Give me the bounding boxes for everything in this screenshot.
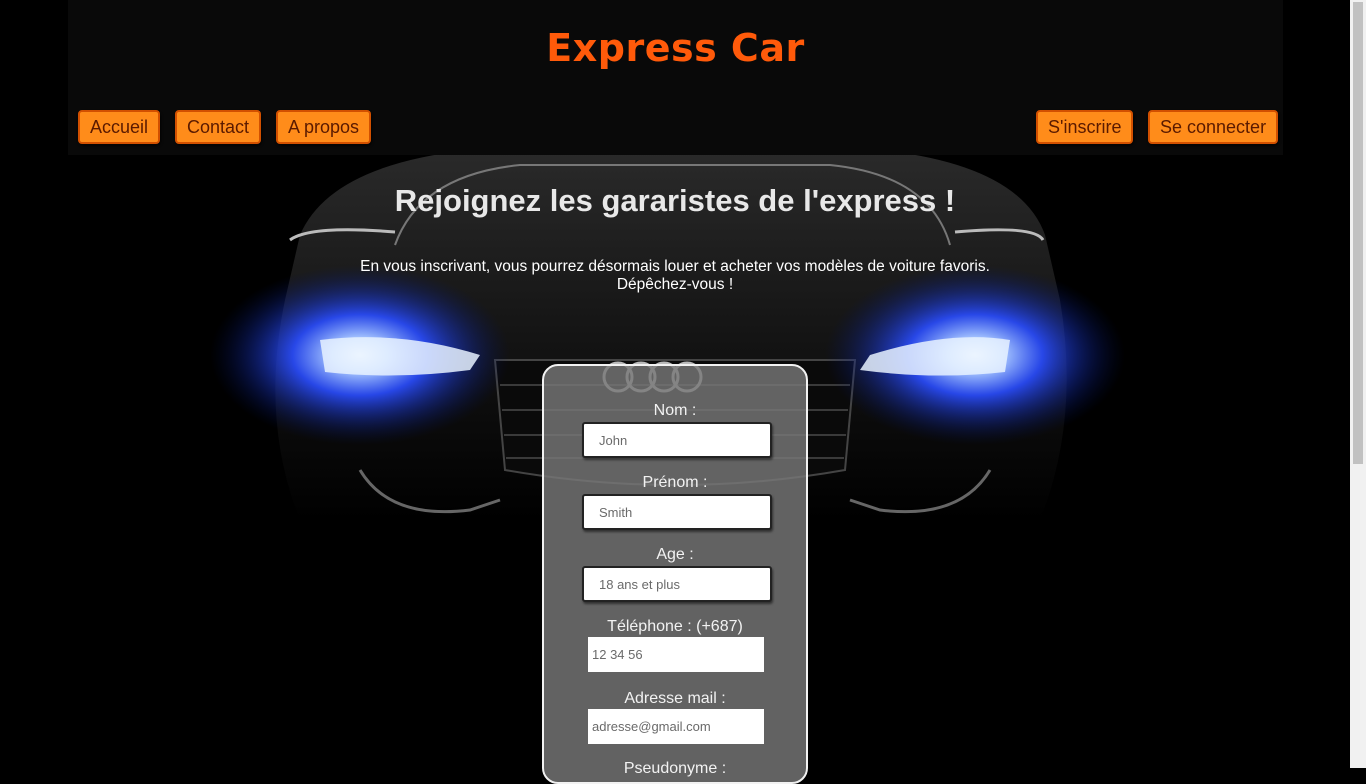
intro-text: En vous inscrivant, vous pourrez désorma… (0, 258, 1350, 294)
page-heading: Rejoignez les gararistes de l'express ! (394, 183, 956, 218)
email-input[interactable] (588, 709, 764, 744)
phone-input[interactable] (588, 637, 764, 672)
nav-login-button[interactable]: Se connecter (1148, 110, 1279, 144)
site-header: Express Car Accueil Contact A propos S'i… (68, 0, 1283, 155)
intro-line-1: En vous inscrivant, vous pourrez désorma… (360, 258, 990, 275)
prenom-label: Prénom : (642, 474, 708, 491)
signup-form: Nom : Prénom : Age : Téléphone : (+687) … (542, 364, 808, 784)
prenom-input[interactable] (582, 494, 772, 530)
intro-line-2: Dépêchez-vous ! (616, 276, 734, 293)
nom-input[interactable] (582, 422, 772, 458)
nav-contact-button[interactable]: Contact (175, 110, 262, 144)
age-label: Age : (656, 546, 694, 563)
email-label: Adresse mail : (624, 690, 726, 707)
site-title: Express Car (546, 26, 805, 70)
age-input[interactable] (582, 566, 772, 602)
nom-label: Nom : (653, 402, 697, 419)
nav-home-button[interactable]: Accueil (78, 110, 161, 144)
pseudo-label: Pseudonyme : (623, 760, 727, 777)
nav-about-button[interactable]: A propos (276, 110, 372, 144)
page-scrollbar[interactable] (1350, 0, 1366, 768)
phone-label: Téléphone : (+687) (607, 618, 743, 635)
nav-signup-button[interactable]: S'inscrire (1036, 110, 1134, 144)
scrollbar-thumb[interactable] (1353, 2, 1363, 464)
